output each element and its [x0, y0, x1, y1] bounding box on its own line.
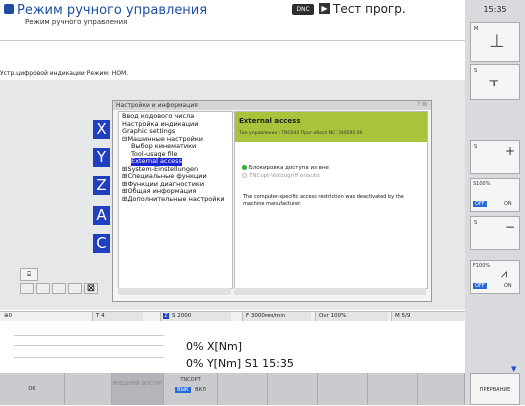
spindle-icon: ⫟	[489, 71, 499, 90]
softkey-empty-1[interactable]	[65, 373, 112, 405]
softkey-empty-6[interactable]	[418, 373, 465, 405]
feed-box: F 3000мм/min	[242, 312, 311, 321]
softkey-empty-5[interactable]	[368, 373, 418, 405]
access-message: The computer-specific access restriction…	[243, 194, 404, 207]
m-box: M 5/9	[391, 312, 466, 321]
feed-override-f100[interactable]: F100% ⩘ OFF ON	[470, 260, 520, 294]
dialog-title: Настройки и информация	[113, 101, 431, 110]
off-label-1: OFF	[473, 201, 487, 207]
axis-tile-x: X	[93, 120, 110, 139]
softkey-external-access[interactable]: ВНЕШНИЙ ДОСТУП	[112, 373, 164, 405]
settings-tree: Ввод кодового числа Настройка индикации Gr…	[118, 111, 233, 289]
mode-icon	[4, 4, 14, 14]
softkey-m[interactable]: M ⊥	[470, 22, 520, 62]
feed-icon: ⩘	[501, 267, 508, 280]
minus-icon: −	[504, 220, 515, 234]
f100-label: F100%	[473, 263, 491, 269]
tool-icon[interactable]: ⌹	[20, 268, 38, 281]
readout-x: 0% X[Nm]	[186, 340, 243, 353]
pane-scrollbar[interactable]	[234, 288, 426, 295]
close-icon[interactable]: ⊠	[84, 283, 98, 294]
s-label-plus: S	[474, 144, 478, 150]
spindle-status-icon: Z	[163, 313, 169, 319]
test-mode-title: Тест прогр.	[333, 2, 406, 16]
spindle-override-s100[interactable]: S100% OFF ON	[470, 178, 520, 212]
axis-minus-button[interactable]: S −	[470, 216, 520, 250]
pane-header: External access Тип управления : TNC640 …	[235, 112, 427, 142]
option-block-access[interactable]: Блокировка доступа из вне	[249, 165, 329, 171]
green-dot-icon[interactable]	[242, 165, 247, 170]
clock: 15:35	[483, 5, 507, 14]
on-label-2: ON	[504, 283, 512, 289]
readout-bar-3	[14, 357, 164, 358]
axis-tile-c: C	[93, 234, 110, 253]
override-box: Ovr 100%	[315, 312, 388, 321]
tree-item[interactable]: ⊞Дополнительные настройки	[122, 195, 225, 204]
softkey-s[interactable]: S ⫟	[470, 64, 520, 100]
tncopt-label: TNCOPT	[180, 377, 201, 383]
softkey-empty-3[interactable]	[268, 373, 318, 405]
readout-y: 0% Y[Nm] S1 15:35	[186, 357, 294, 370]
small-button-4[interactable]	[68, 283, 82, 294]
mode-title: Режим ручного управления	[17, 3, 208, 18]
axis-tile-a: A	[93, 206, 110, 225]
mode-line: Устр.цифровой индикации Режим: НОМ.	[0, 70, 129, 77]
dnc-badge: DNC	[292, 4, 314, 15]
spindle-label: S 2000	[172, 313, 192, 319]
softkey-empty-2[interactable]	[218, 373, 268, 405]
s-label: S	[474, 68, 478, 74]
pane-heading: External access	[239, 117, 301, 125]
small-button-1[interactable]	[20, 283, 34, 294]
m-label: M	[474, 26, 479, 32]
small-button-3[interactable]	[52, 283, 66, 294]
tree-scrollbar[interactable]	[118, 288, 231, 295]
axis-tile-y: Y	[93, 148, 110, 167]
s100-label: S100%	[473, 181, 491, 187]
tool-box: T 4	[92, 312, 143, 321]
readout-bar-1	[14, 335, 164, 336]
machine-icon: ⊥	[489, 31, 505, 52]
override-label: Ovr 100%	[319, 313, 347, 319]
readout-area: 0% X[Nm] 0% Y[Nm] S1 15:35	[0, 321, 465, 373]
softkey-bar: OK ВНЕШНИЙ ДОСТУП TNCOPT ВЫК ВКЛ	[0, 373, 465, 405]
settings-dialog: Настройки и информация ? ⊠ Ввод кодового…	[112, 100, 432, 302]
on-label-1: ON	[504, 201, 512, 207]
s-label-minus: S	[474, 220, 478, 226]
tncopt-off: ВЫК	[175, 387, 191, 393]
option-tncopt[interactable]: TNCopt-Vollzugriff erlaubt	[249, 173, 320, 179]
radio-icon[interactable]	[242, 173, 247, 178]
softkey-tncopt[interactable]: TNCOPT ВЫК ВКЛ	[164, 373, 218, 405]
off-label-2: OFF	[473, 283, 487, 289]
spindle-box: Z S 2000	[160, 312, 231, 321]
pane-subheading: Тип управления : TNC640 Прог.обесп NC: 3…	[239, 131, 363, 136]
plus-icon: +	[504, 144, 515, 158]
detail-pane: External access Тип управления : TNC640 …	[234, 111, 428, 289]
readout-bar-2	[14, 345, 164, 346]
position-icon: ⊕0	[4, 313, 13, 319]
test-run-icon: ▶	[319, 3, 330, 14]
scroll-down-icon[interactable]: ▼	[511, 365, 516, 373]
mode-subtitle: Режим ручного управления	[25, 18, 128, 26]
softkey-empty-4[interactable]	[318, 373, 368, 405]
dialog-controls[interactable]: ? ⊠	[417, 101, 427, 108]
axis-tile-z: Z	[93, 176, 110, 195]
interrupt-button[interactable]: ПРЕРВАНИЕ	[470, 373, 520, 405]
small-button-2[interactable]	[36, 283, 50, 294]
axis-plus-button[interactable]: S +	[470, 140, 520, 174]
tool-label: T 4	[96, 313, 105, 319]
tncopt-on: ВКЛ	[195, 387, 206, 393]
softkey-ok[interactable]: OK	[0, 373, 65, 405]
feed-label: F 3000мм/min	[246, 313, 286, 319]
m-function-label: M 5/9	[395, 313, 411, 319]
